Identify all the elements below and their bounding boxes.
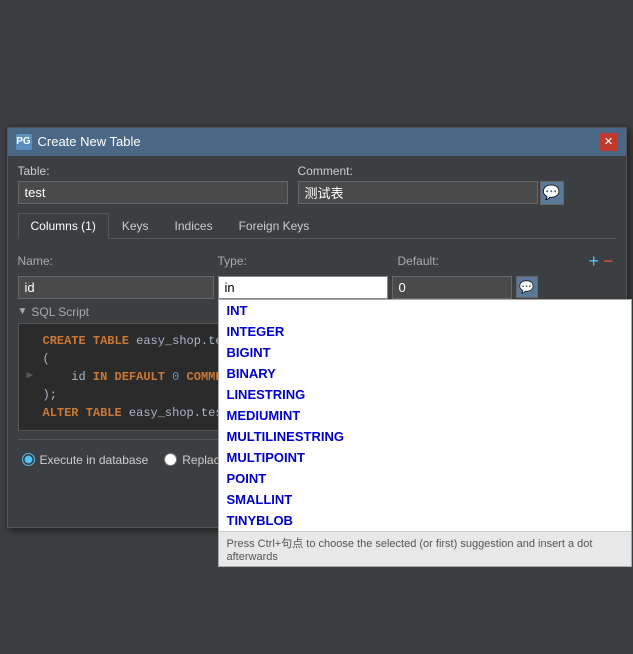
- autocomplete-hint: Press Ctrl+句点 to choose the selected (or…: [219, 531, 631, 566]
- tab-foreign-keys[interactable]: Foreign Keys: [226, 213, 323, 238]
- dialog-title: Create New Table: [38, 134, 141, 149]
- comment-label: Comment:: [298, 164, 564, 178]
- dialog-body: Table: Comment: 💬 Columns (1) Keys Indic…: [8, 156, 626, 484]
- column-type-input[interactable]: [218, 276, 388, 299]
- autocomplete-item-multilinestring[interactable]: MULTILINESTRING: [219, 426, 631, 447]
- autocomplete-item-smallint[interactable]: SMALLINT: [219, 489, 631, 510]
- autocomplete-item-int[interactable]: INT: [219, 300, 631, 321]
- title-bar: PG Create New Table ✕: [8, 128, 626, 156]
- autocomplete-item-multipoint[interactable]: MULTIPOINT: [219, 447, 631, 468]
- radio-execute-in-db[interactable]: Execute in database: [22, 453, 149, 467]
- comment-edit-button[interactable]: 💬: [540, 181, 564, 205]
- table-name-input[interactable]: [18, 181, 288, 204]
- comment-input[interactable]: [298, 181, 538, 204]
- column-comment-button[interactable]: 💬: [516, 276, 538, 298]
- autocomplete-item-binary[interactable]: BINARY: [219, 363, 631, 384]
- autocomplete-item-integer[interactable]: INTEGER: [219, 321, 631, 342]
- remove-column-button[interactable]: −: [601, 251, 616, 272]
- autocomplete-item-bigint[interactable]: BIGINT: [219, 342, 631, 363]
- comment-field-group: Comment: 💬: [298, 164, 564, 205]
- column-name-input[interactable]: [18, 276, 214, 299]
- columns-area: Name: Type: Default: + − 💬 INT INTEGER B…: [18, 247, 616, 299]
- column-headers: Name: Type: Default: + −: [18, 247, 616, 276]
- autocomplete-dropdown: INT INTEGER BIGINT BINARY LINESTRING MED…: [218, 299, 632, 567]
- table-field-group: Table:: [18, 164, 288, 204]
- autocomplete-item-tinyblob[interactable]: TINYBLOB: [219, 510, 631, 531]
- create-table-dialog: PG Create New Table ✕ Table: Comment: 💬: [7, 127, 627, 528]
- tab-bar: Columns (1) Keys Indices Foreign Keys: [18, 213, 616, 239]
- autocomplete-item-point[interactable]: POINT: [219, 468, 631, 489]
- add-column-button[interactable]: +: [586, 251, 601, 272]
- column-row: 💬: [18, 276, 616, 299]
- table-label: Table:: [18, 164, 288, 178]
- col-header-name: Name:: [18, 254, 218, 268]
- column-default-input[interactable]: [392, 276, 512, 299]
- col-header-default: Default:: [398, 254, 587, 268]
- sql-toggle-icon: ▼: [18, 306, 28, 317]
- close-button[interactable]: ✕: [600, 133, 618, 151]
- tab-keys[interactable]: Keys: [109, 213, 162, 238]
- title-bar-left: PG Create New Table: [16, 134, 141, 150]
- radio-execute-in-db-input[interactable]: [22, 453, 35, 466]
- comment-input-group: 💬: [298, 181, 564, 205]
- autocomplete-item-linestring[interactable]: LINESTRING: [219, 384, 631, 405]
- tab-indices[interactable]: Indices: [162, 213, 226, 238]
- app-icon: PG: [16, 134, 32, 150]
- sql-toggle-label: SQL Script: [31, 305, 89, 319]
- radio-execute-in-db-label: Execute in database: [40, 453, 149, 467]
- tab-columns[interactable]: Columns (1): [18, 213, 109, 239]
- top-form-row: Table: Comment: 💬: [18, 164, 616, 205]
- sql-gutter-3: ▶: [27, 368, 43, 385]
- col-header-type: Type:: [218, 254, 398, 268]
- autocomplete-item-mediumint[interactable]: MEDIUMINT: [219, 405, 631, 426]
- radio-replace-existing-input[interactable]: [164, 453, 177, 466]
